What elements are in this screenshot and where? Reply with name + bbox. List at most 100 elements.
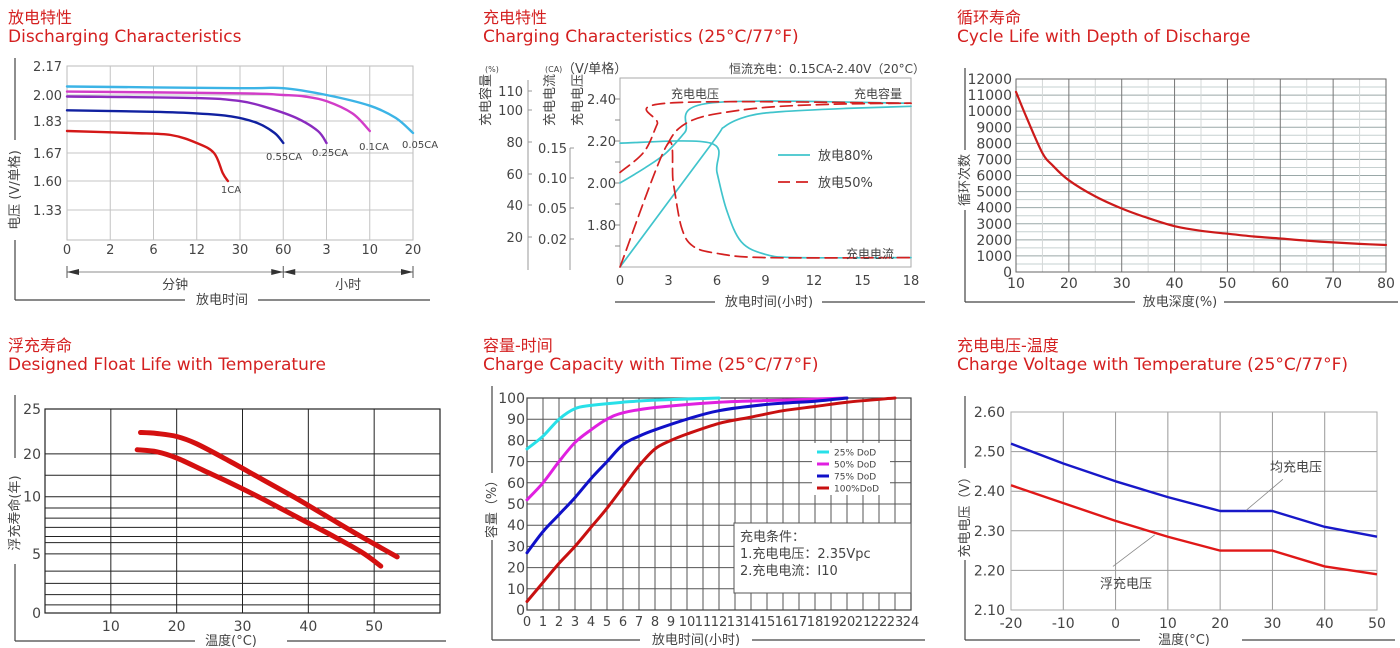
x-tick-label: 6 <box>619 615 627 630</box>
curve-label-capacity: 充电容量 <box>854 86 902 101</box>
x-tick-label: 18 <box>903 274 920 289</box>
y-axis-label: 充电电压（V） <box>957 471 973 558</box>
voltage-tick-label: 2.20 <box>587 135 616 150</box>
x-tick-label: -20 <box>1000 616 1023 632</box>
x-tick-label: 30 <box>1264 616 1282 632</box>
x-tick-label: 2 <box>555 615 563 630</box>
y-tick-label: 2.60 <box>974 405 1005 421</box>
series-line-50capacity <box>666 102 912 147</box>
y-tick-label: 9000 <box>976 120 1012 136</box>
axis-name: 充电容量 <box>478 74 494 126</box>
x-axis-label: 温度(°C) <box>205 633 257 648</box>
charging-chart: 2.402.202.001.80110100806040200.150.100.… <box>478 61 925 310</box>
conditions-line: 1.充电电压：2.35Vpc <box>740 546 871 562</box>
plot-area <box>1010 411 1378 611</box>
x-tick-label: 50 <box>365 619 383 635</box>
x-tick-label: 16 <box>775 615 792 630</box>
y-tick-label: 2.17 <box>33 60 62 75</box>
series-label: 1CA <box>221 185 241 196</box>
curve-label-voltage: 充电电压 <box>671 86 719 101</box>
x-tick-label: 20 <box>839 615 856 630</box>
x-tick-label: 60 <box>275 243 292 258</box>
x-tick-label: 20 <box>1060 276 1078 292</box>
x-axis-label: 放电时间 <box>196 293 248 308</box>
y-tick-label: 1.83 <box>33 115 62 130</box>
x-tick-label: 2 <box>106 243 114 258</box>
x-tick-label: 10 <box>1007 276 1025 292</box>
y-tick-label: 80 <box>507 433 525 449</box>
x-tick-label: 9 <box>667 615 675 630</box>
x-tick-label: 50 <box>1219 276 1237 292</box>
legend-label: 25% DoD <box>834 449 876 459</box>
capacity-tick-label: 20 <box>506 231 523 246</box>
x-tick-label: 21 <box>855 615 872 630</box>
axis-name: 充电电流 <box>542 74 558 126</box>
x-tick-label: 0 <box>523 615 531 630</box>
x-axis-label: 放电时间(小时) <box>725 295 813 310</box>
x-tick-label: 0 <box>1111 616 1120 632</box>
panel-charging: 充电特性 Charging Characteristics (25°C/77°F… <box>470 0 940 320</box>
y-axis-label: 容量（%） <box>484 474 500 538</box>
y-tick-label: 12000 <box>967 72 1012 88</box>
y-tick-label: 25 <box>23 402 41 418</box>
capacity-unit-label: (%) <box>485 65 499 74</box>
x-axis-label: 温度(°C) <box>1158 632 1210 648</box>
y-axis-label: 电压 (V/单格) <box>7 150 23 230</box>
capacity-tick-label: 100 <box>498 104 523 119</box>
legend-label: 放电50% <box>818 176 873 191</box>
curve-label-current: 充电电流 <box>846 246 894 261</box>
x-tick-label: 30 <box>1113 276 1131 292</box>
x-tick-label: 60 <box>1271 276 1289 292</box>
y-tick-label: 30 <box>507 539 525 555</box>
y-tick-label: 70 <box>507 455 525 471</box>
series-line-upper <box>138 430 400 560</box>
y-tick-label: 10000 <box>967 104 1012 120</box>
series-label: 0.05CA <box>402 140 438 151</box>
x-tick-label: 14 <box>743 615 760 630</box>
x-tick-label: 30 <box>234 619 252 635</box>
series-line-0.55CA <box>65 109 285 145</box>
x-tick-label: 12 <box>188 243 205 258</box>
x-tick-label: 17 <box>791 615 808 630</box>
panel-float-life: 浮充寿命 Designed Float Life with Temperatur… <box>0 328 460 648</box>
y-tick-label: 8000 <box>976 136 1012 152</box>
y-tick-label: 7000 <box>976 152 1012 168</box>
y-tick-label: 5 <box>32 547 41 563</box>
x-tick-label: 10 <box>1159 616 1177 632</box>
panel-cycle-life: 循环寿命 Cycle Life with Depth of Discharge … <box>940 0 1400 320</box>
x-tick-label: 7 <box>635 615 643 630</box>
y-axis-label: 浮充寿命(年) <box>7 475 23 550</box>
x-tick-label: 70 <box>1324 276 1342 292</box>
series-label: 0.1CA <box>359 142 389 153</box>
legend-label: 50% DoD <box>834 461 876 471</box>
x-tick-label: -10 <box>1052 616 1075 632</box>
y-tick-label: 60 <box>507 476 525 492</box>
capacity-tick-label: 60 <box>506 168 523 183</box>
y-tick-label: 1.33 <box>33 204 62 219</box>
panel-discharging: 放电特性 Discharging Characteristics 2.17 2.0… <box>0 0 460 320</box>
x-tick-label: 20 <box>168 619 186 635</box>
x-tick-label: 22 <box>871 615 888 630</box>
x-tick-label: 50 <box>1368 616 1386 632</box>
bracket-arrow <box>67 269 79 275</box>
x-axis-label: 放电时间(小时) <box>652 633 740 648</box>
y-tick-label: 100 <box>498 391 525 407</box>
y-tick-label: 2000 <box>976 233 1012 249</box>
cycle-life-chart: 1200011000100009000800070006000500040003… <box>957 68 1398 310</box>
y-tick-label: 10 <box>23 490 41 506</box>
x-tick-label: 3 <box>571 615 579 630</box>
y-tick-label: 3000 <box>976 217 1012 233</box>
y-tick-label: 50 <box>507 497 525 513</box>
x-tick-label: 8 <box>651 615 659 630</box>
current-tick-label: 0.05 <box>538 202 567 217</box>
x-tick-label: 23 <box>887 615 904 630</box>
y-tick-label: 2.50 <box>974 445 1005 461</box>
y-tick-label: 2.20 <box>974 563 1005 579</box>
annotation-equalize: 均充电压 <box>1270 459 1322 475</box>
y-tick-label: 5000 <box>976 185 1012 201</box>
capacity-tick-label: 80 <box>506 136 523 151</box>
voltage-tick-label: 2.00 <box>587 177 616 192</box>
x-tick-label: 15 <box>854 274 871 289</box>
x-tick-label: 40 <box>1316 616 1334 632</box>
y-tick-label: 20 <box>507 561 525 577</box>
